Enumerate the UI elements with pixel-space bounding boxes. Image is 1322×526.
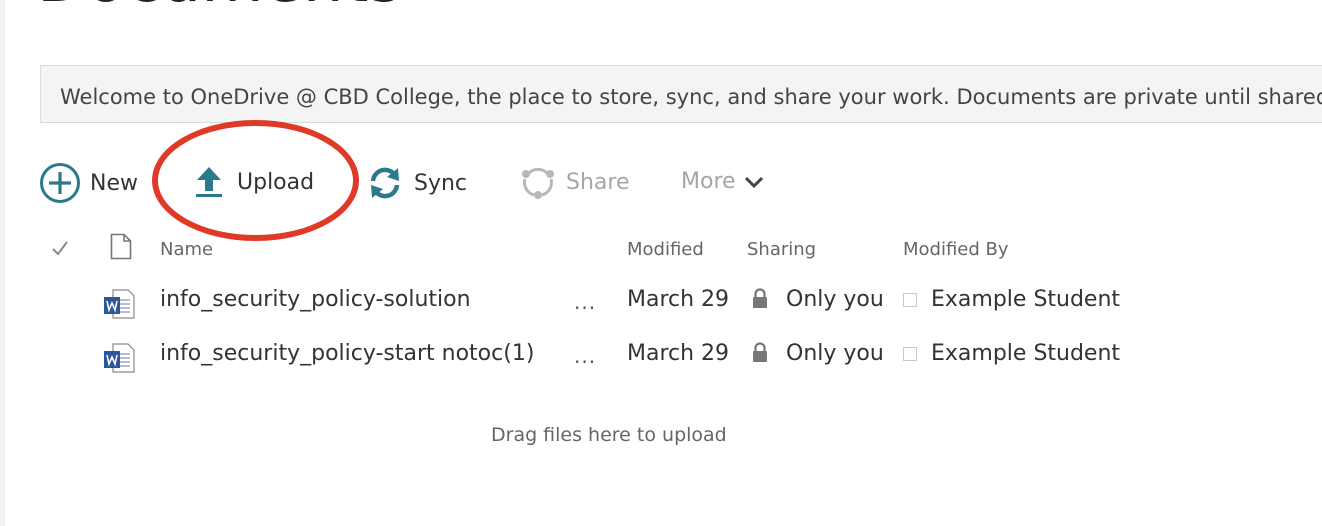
new-button[interactable]: New xyxy=(39,162,138,204)
file-sharing-status: Only you xyxy=(786,287,884,312)
lock-icon xyxy=(751,342,769,368)
presence-checkbox xyxy=(903,293,917,307)
word-doc-icon xyxy=(103,288,135,324)
page-title: Documents xyxy=(37,0,402,12)
share-button-label: Share xyxy=(566,169,630,195)
upload-button[interactable]: Upload xyxy=(195,165,314,199)
column-header-sharing[interactable]: Sharing xyxy=(747,239,816,260)
file-actions-ellipsis[interactable]: ... xyxy=(574,344,596,368)
new-button-label: New xyxy=(90,170,138,196)
sync-icon xyxy=(368,165,402,201)
sync-button[interactable]: Sync xyxy=(368,165,467,201)
file-sharing-status: Only you xyxy=(786,341,884,366)
chevron-down-icon xyxy=(744,175,764,189)
share-icon xyxy=(520,165,556,199)
sync-button-label: Sync xyxy=(414,170,468,196)
lock-icon xyxy=(751,288,769,314)
presence-checkbox xyxy=(903,347,917,361)
file-actions-ellipsis[interactable]: ... xyxy=(574,290,596,314)
column-header-name[interactable]: Name xyxy=(160,239,213,260)
select-all-checkmark-icon[interactable] xyxy=(51,239,69,261)
share-button[interactable]: Share xyxy=(520,165,630,199)
column-header-modified[interactable]: Modified xyxy=(627,239,704,260)
left-edge-border xyxy=(0,0,5,526)
file-modified-date: March 29 xyxy=(627,287,730,312)
more-button-label: More xyxy=(681,169,736,194)
plus-circle-icon xyxy=(39,162,81,204)
upload-button-label: Upload xyxy=(237,169,315,195)
welcome-banner: Welcome to OneDrive @ CBD College, the p… xyxy=(40,65,1322,123)
file-name-link[interactable]: info_security_policy-start notoc(1) xyxy=(160,341,534,366)
file-modified-by[interactable]: Example Student xyxy=(931,287,1120,312)
drag-drop-hint: Drag files here to upload xyxy=(491,424,727,446)
more-button[interactable]: More xyxy=(681,169,764,194)
upload-arrow-icon xyxy=(195,165,223,199)
file-type-header-icon xyxy=(110,233,132,264)
file-name-link[interactable]: info_security_policy-solution xyxy=(160,287,471,312)
column-header-modified-by[interactable]: Modified By xyxy=(903,239,1009,260)
file-modified-by[interactable]: Example Student xyxy=(931,341,1120,366)
word-doc-icon xyxy=(103,342,135,378)
file-modified-date: March 29 xyxy=(627,341,730,366)
